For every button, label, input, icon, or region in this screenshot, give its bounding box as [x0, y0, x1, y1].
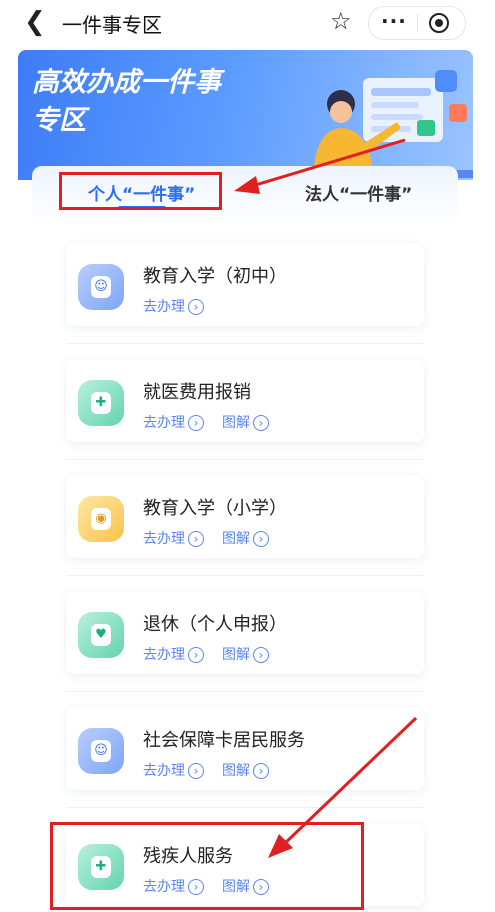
go-handle-link[interactable]: 去办理 ›: [143, 296, 204, 316]
divider: [66, 691, 424, 692]
medical-icon: ✚: [78, 380, 124, 426]
diagram-label: 图解: [222, 415, 250, 431]
banner-title-line1: 高效办成一件事: [32, 67, 221, 98]
chevron-right-icon: ›: [188, 299, 204, 315]
target-icon[interactable]: [429, 13, 449, 33]
diagram-link[interactable]: 图解 ›: [222, 760, 269, 780]
chevron-right-icon: ›: [253, 531, 269, 547]
retire-icon: ♥: [78, 612, 124, 658]
chevron-right-icon: ›: [188, 531, 204, 547]
banner-title: 高效办成一件事 专区: [32, 64, 272, 140]
chevron-right-icon: ›: [253, 647, 269, 663]
service-card-medical-reimbursement[interactable]: ✚ 就医费用报销 去办理 › 图解 ›: [66, 360, 424, 442]
go-handle-label: 去办理: [143, 763, 185, 779]
service-card-social-security[interactable]: ☺ 社会保障卡居民服务 去办理 › 图解 ›: [66, 708, 424, 790]
diagram-link[interactable]: 图解 ›: [222, 412, 269, 432]
go-handle-label: 去办理: [143, 647, 185, 663]
person-at-screen-illustration: [293, 70, 473, 178]
service-title: 教育入学（小学）: [143, 498, 287, 519]
diagram-label: 图解: [222, 531, 250, 547]
chevron-right-icon: ›: [188, 415, 204, 431]
diagram-link[interactable]: 图解 ›: [222, 644, 269, 664]
service-card-primary-school[interactable]: ◉ 教育入学（小学） 去办理 › 图解 ›: [66, 476, 424, 558]
capsule-divider: [417, 14, 418, 32]
page-title: 一件事专区: [62, 13, 162, 37]
service-title: 就医费用报销: [143, 382, 251, 403]
go-handle-label: 去办理: [143, 531, 185, 547]
diagram-link[interactable]: 图解 ›: [222, 528, 269, 548]
chevron-left-icon[interactable]: ❮: [24, 8, 46, 36]
highlight-box-disability: [50, 822, 364, 910]
star-icon[interactable]: ☆: [330, 7, 352, 35]
divider: [66, 343, 424, 344]
chevron-right-icon: ›: [253, 763, 269, 779]
divider: [66, 459, 424, 460]
diagram-label: 图解: [222, 763, 250, 779]
student-icon: ☺: [78, 264, 124, 310]
go-handle-link[interactable]: 去办理 ›: [143, 528, 204, 548]
highlight-box-tab: [59, 172, 222, 210]
mini-program-capsule: ···: [368, 6, 466, 40]
top-nav-bar: ❮ 一件事专区 ☆ ···: [0, 0, 495, 46]
divider: [66, 807, 424, 808]
more-dots-icon[interactable]: ···: [381, 9, 407, 33]
service-title: 退休（个人申报）: [143, 614, 287, 635]
diagram-label: 图解: [222, 647, 250, 663]
service-title: 社会保障卡居民服务: [143, 730, 305, 751]
go-handle-link[interactable]: 去办理 ›: [143, 760, 204, 780]
go-handle-label: 去办理: [143, 415, 185, 431]
go-handle-label: 去办理: [143, 299, 185, 315]
school-icon: ◉: [78, 496, 124, 542]
tab-legal-entity[interactable]: 法人“一件事”: [305, 180, 412, 205]
service-card-junior-school[interactable]: ☺ 教育入学（初中） 去办理 ›: [66, 244, 424, 326]
chevron-right-icon: ›: [253, 415, 269, 431]
service-title: 教育入学（初中）: [143, 266, 287, 287]
card-icon: ☺: [78, 728, 124, 774]
divider: [66, 575, 424, 576]
go-handle-link[interactable]: 去办理 ›: [143, 412, 204, 432]
go-handle-link[interactable]: 去办理 ›: [143, 644, 204, 664]
service-card-retirement[interactable]: ♥ 退休（个人申报） 去办理 › 图解 ›: [66, 592, 424, 674]
hero-banner: 高效办成一件事 专区: [18, 50, 473, 180]
banner-title-line2: 专区: [32, 105, 86, 136]
chevron-right-icon: ›: [188, 763, 204, 779]
chevron-right-icon: ›: [188, 647, 204, 663]
